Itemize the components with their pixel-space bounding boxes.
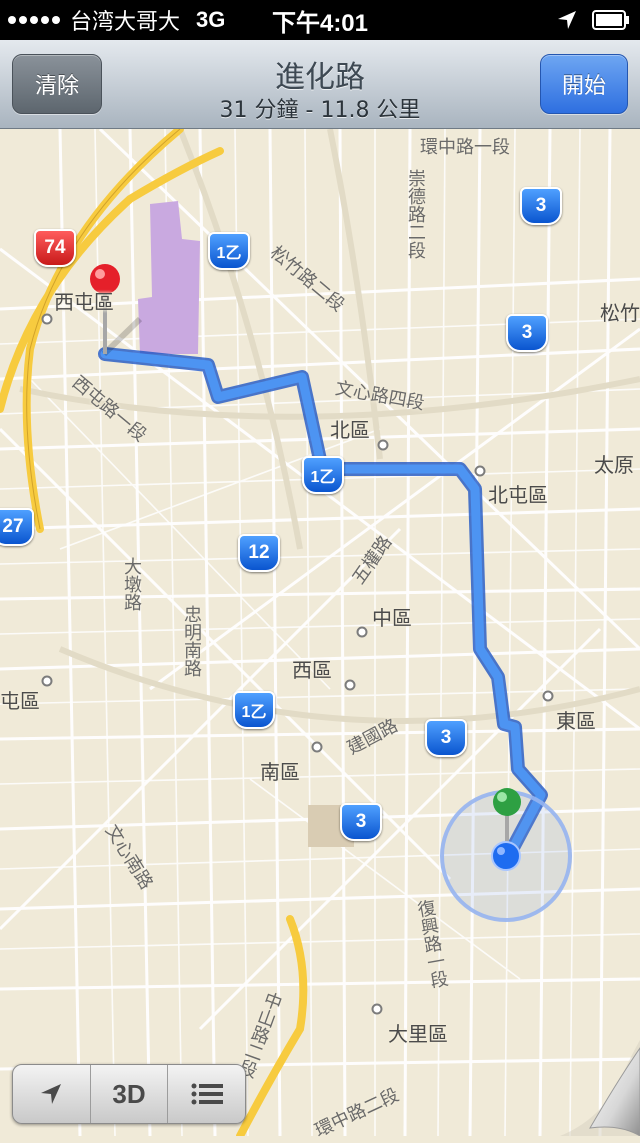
highway-shield: 3 (506, 314, 548, 352)
location-arrow-icon (41, 1084, 62, 1104)
destination-title: 進化路 (275, 60, 365, 95)
highway-shield: 3 (425, 719, 467, 757)
list-button[interactable] (168, 1065, 245, 1123)
3d-button[interactable]: 3D (91, 1065, 169, 1123)
navigation-bar: 清除 進化路 31 分鐘 - 11.8 公里 開始 (0, 40, 640, 129)
page-curl-button[interactable] (560, 1040, 640, 1136)
list-icon (191, 1083, 223, 1105)
battery-icon (592, 10, 629, 30)
current-location-button[interactable] (13, 1065, 91, 1123)
map-canvas (0, 129, 640, 1136)
signal-strength-icon (8, 16, 60, 24)
highway-shield: 1乙 (233, 691, 275, 729)
highway-shield: 3 (520, 187, 562, 225)
highway-shield: 12 (238, 534, 280, 572)
carrier-name: 台湾大哥大 (70, 9, 181, 34)
route-summary: 31 分鐘 - 11.8 公里 (219, 98, 421, 123)
location-services-icon (558, 11, 576, 29)
network-type: 3G (196, 7, 226, 32)
start-button[interactable]: 開始 (540, 54, 628, 114)
map-view[interactable]: 西屯區 北區 北屯區 中區 西區 東區 南區 大里區 屯區 太原 松竹 環中路一… (0, 129, 640, 1142)
clear-button[interactable]: 清除 (12, 54, 102, 114)
map-toolbar: 3D (12, 1064, 246, 1124)
status-bar: 台湾大哥大 3G 下午4:01 (0, 0, 640, 40)
highway-shield: 3 (340, 803, 382, 841)
highway-shield: 1乙 (302, 456, 344, 494)
highway-shield: 1乙 (208, 232, 250, 270)
highway-shield: 27 (0, 508, 34, 546)
highway-shield: 74 (34, 229, 76, 267)
